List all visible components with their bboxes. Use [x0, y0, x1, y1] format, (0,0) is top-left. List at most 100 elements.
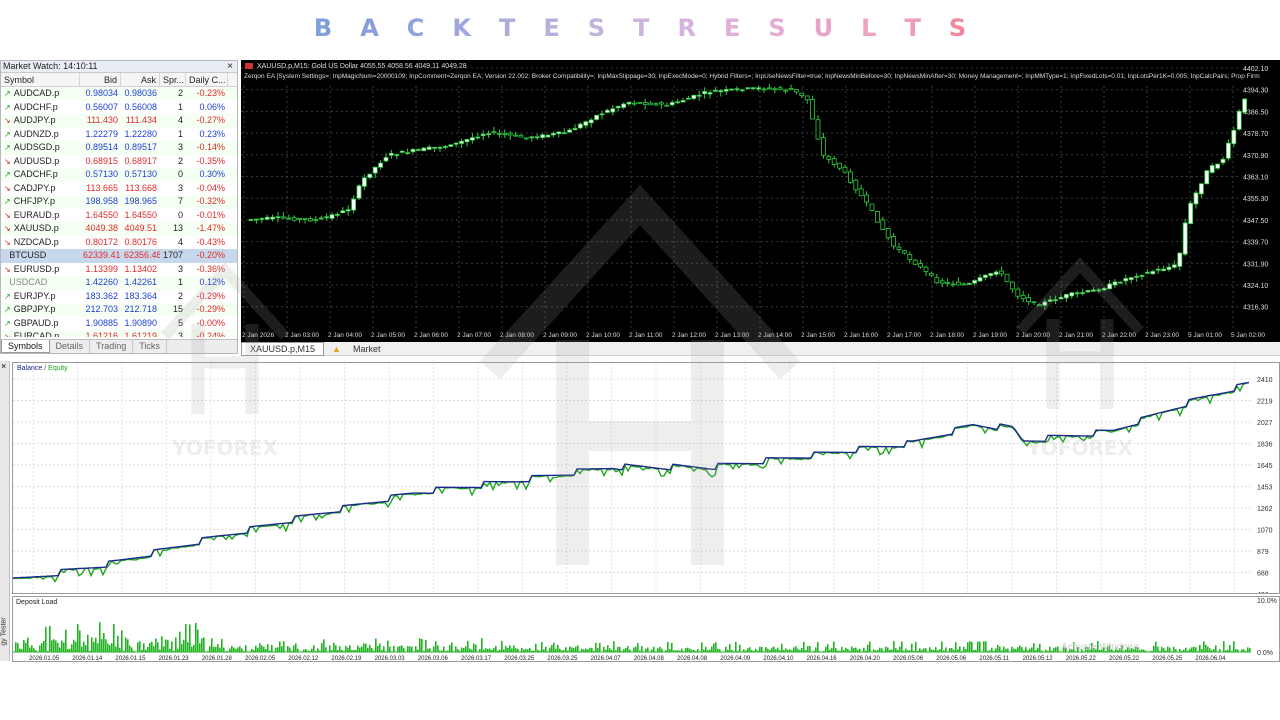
candle-body — [723, 89, 729, 92]
market-watch-row[interactable]: USDCAD 1.42260 1.42261 1 0.12% — [1, 276, 237, 290]
flag-icon — [245, 63, 253, 70]
deposit-load-bar — [15, 642, 17, 652]
deposit-load-bar — [31, 645, 33, 652]
tab-market[interactable]: Market — [345, 343, 389, 355]
deposit-load-bar — [475, 644, 477, 652]
deposit-load-bar — [1207, 646, 1209, 652]
tab-trading[interactable]: Trading — [90, 340, 134, 353]
market-watch-title: Market Watch: 14:10:11 — [3, 61, 98, 71]
chart-symbol-text: XAUUSD.p,M15: Gold US Dollar 4055.55 405… — [257, 63, 467, 70]
market-watch-row[interactable]: ↗ GBPJPY.p 212.703 212.718 15 -0.29% — [1, 303, 237, 317]
market-watch-row[interactable]: ↘ NZDCAD.p 0.80172 0.80176 4 -0.43% — [1, 236, 237, 250]
title-letter: U — [813, 14, 834, 42]
symbol-cell: ↘ EURCAD.p — [1, 330, 80, 337]
ask-cell: 1.42261 — [124, 277, 157, 287]
symbol-cell: ↘ NZDCAD.p — [1, 236, 80, 250]
deposit-load-bar — [1017, 647, 1019, 652]
market-watch-row[interactable]: ↘ CADJPY.p 113.665 113.668 3 -0.04% — [1, 182, 237, 196]
candle-body — [297, 218, 302, 220]
candle-body — [945, 281, 950, 284]
market-watch-row[interactable]: ↗ EURJPY.p 183.362 183.364 2 -0.29% — [1, 290, 237, 304]
date-label: 2026.03.06 — [418, 656, 449, 661]
change-cell: -0.14% — [196, 142, 225, 152]
market-watch-row[interactable]: BTCUSD 62339.41 62356.48 1707 -0.20% — [1, 249, 237, 263]
candle-body — [588, 119, 594, 124]
deposit-load-bar — [231, 645, 233, 652]
spread-cell: 1 — [177, 128, 183, 139]
market-watch-row[interactable]: ↘ EURAUD.p 1.64550 1.64550 0 -0.01% — [1, 209, 237, 223]
candle-body — [864, 194, 869, 203]
column-header-spread[interactable]: Spr... — [160, 73, 186, 86]
market-watch-row[interactable]: ↗ AUDNZD.p 1.22279 1.22280 1 0.23% — [1, 128, 237, 142]
column-header-bid[interactable]: Bid — [80, 73, 121, 86]
arrow-up-icon: ↗ — [4, 143, 11, 152]
market-watch-row[interactable]: ↘ XAUUSD.p 4049.38 4049.51 13 -1.47% — [1, 222, 237, 236]
market-watch-row[interactable]: ↘ AUDUSD.p 0.68915 0.68917 2 -0.35% — [1, 155, 237, 169]
deposit-load-bar — [983, 641, 985, 652]
ask-cell: 1.64550 — [124, 209, 157, 220]
change-cell: 0.30% — [199, 169, 225, 179]
candle-body — [1226, 142, 1231, 159]
deposit-load-bar — [1173, 646, 1175, 652]
date-label: 2026.05.25 — [1152, 656, 1183, 661]
deposit-load-bar — [1205, 644, 1207, 652]
time-label: 5 Jan 01:00 — [1188, 332, 1222, 339]
market-watch-row[interactable]: ↗ AUDSGD.p 0.89514 0.89517 3 -0.14% — [1, 141, 237, 155]
close-icon[interactable]: × — [1, 361, 6, 371]
spread-cell: 1707 — [163, 250, 184, 260]
symbol-cell: ↗ AUDCAD.p — [1, 87, 80, 101]
market-watch-row[interactable]: ↗ AUDCHF.p 0.56007 0.56008 1 0.06% — [1, 101, 237, 115]
candle-body — [270, 216, 276, 220]
deposit-load-bar — [255, 645, 257, 652]
legend-equity: Equity — [48, 365, 68, 372]
deposit-load-bar — [681, 648, 683, 652]
column-header-daily-change[interactable]: Daily C... — [186, 73, 228, 86]
deposit-load-bar — [825, 646, 827, 652]
deposit-y-label: 0.0% — [1257, 650, 1273, 657]
market-watch-row[interactable]: ↘ EURUSD.p 1.13399 1.13402 3 -0.36% — [1, 263, 237, 277]
symbol-name: CADCHF.p — [13, 169, 58, 179]
price-chart-window[interactable]: 4402.10 4394.30 4386.50 4378.70 4370.90 4363.… — [241, 60, 1280, 342]
close-icon[interactable]: × — [227, 61, 233, 72]
market-watch-row[interactable]: ↘ AUDJPY.p 111.430 111.434 4 -0.27% — [1, 114, 237, 128]
candle-body — [956, 281, 961, 286]
candle-body — [1037, 304, 1042, 307]
deposit-load-bar — [485, 648, 487, 652]
candle-body — [1155, 268, 1161, 271]
symbol-cell: ↘ AUDJPY.p — [1, 114, 80, 128]
deposit-load-bar — [195, 622, 197, 652]
date-label: 2026.02.12 — [288, 656, 319, 661]
candlestick-chart[interactable]: 4402.104394.304386.504378.704370.904363.… — [241, 60, 1280, 342]
tab-details[interactable]: Details — [50, 340, 91, 353]
deposit-load-bar — [589, 647, 591, 652]
column-header-symbol[interactable]: Symbol — [1, 73, 80, 86]
tab-ticks[interactable]: Ticks — [133, 340, 167, 353]
candle-body — [291, 217, 297, 221]
market-watch-tabs: Symbols Details Trading Ticks — [1, 339, 237, 353]
candle-body — [1220, 158, 1226, 164]
market-watch-row[interactable]: ↘ EURCAD.p 1.61216 1.61219 3 -0.24% — [1, 330, 237, 337]
deposit-load-bar — [27, 637, 29, 652]
market-watch-row[interactable]: ↗ CADCHF.p 0.57130 0.57130 0 0.30% — [1, 168, 237, 182]
deposit-load-bar — [711, 646, 713, 652]
deposit-load-bar — [165, 639, 167, 652]
deposit-load-bar — [153, 646, 155, 652]
time-label: 2 Jan 10:00 — [586, 332, 620, 339]
ask-cell: 1.13402 — [124, 263, 157, 274]
deposit-load-bar — [389, 646, 391, 652]
time-label: 2 Jan 14:00 — [758, 332, 792, 339]
tab-chart-xauusd[interactable]: XAUUSD.p,M15 — [241, 341, 325, 356]
candle-body — [1080, 292, 1085, 294]
ask-cell: 62356.48 — [124, 250, 160, 260]
time-label: 2 Jan 2026 — [242, 332, 275, 339]
column-header-ask[interactable]: Ask — [121, 73, 160, 86]
deposit-y-label: 10.0% — [1257, 598, 1277, 605]
market-watch-row[interactable]: ↗ AUDCAD.p 0.98034 0.98036 2 -0.23% — [1, 87, 237, 101]
deposit-load-bar — [597, 647, 599, 652]
deposit-load-bar — [263, 646, 265, 652]
tab-symbols[interactable]: Symbols — [1, 340, 50, 353]
market-watch-row[interactable]: ↗ CHFJPY.p 198.958 198.965 7 -0.32% — [1, 195, 237, 209]
candle-body — [345, 209, 351, 212]
candle-body — [502, 133, 508, 136]
market-watch-row[interactable]: ↗ GBPAUD.p 1.90885 1.90890 5 -0.00% — [1, 317, 237, 331]
